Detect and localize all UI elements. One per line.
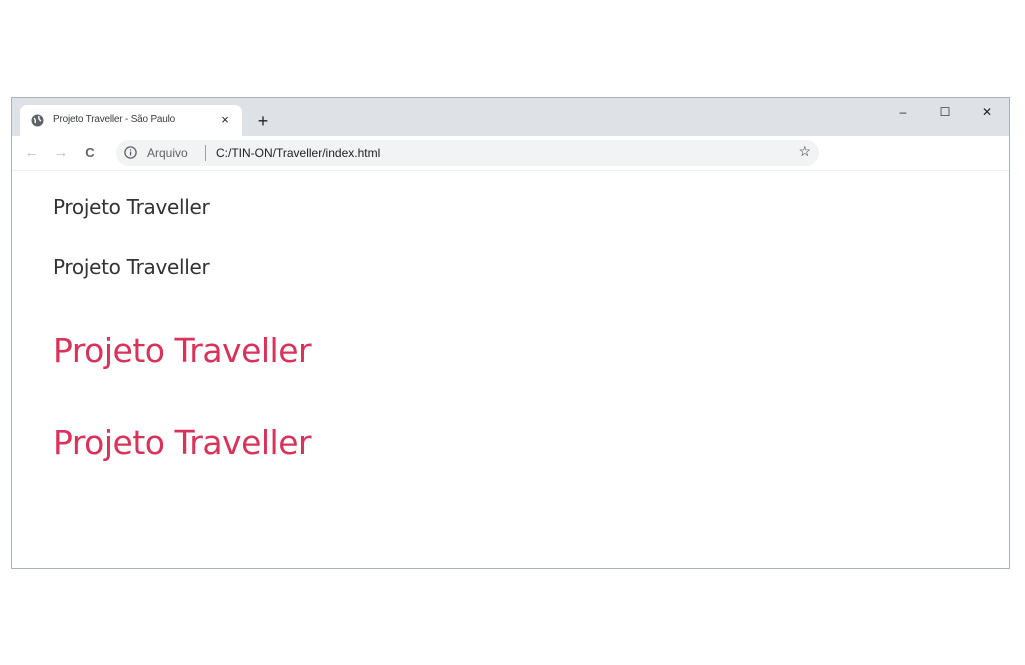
heading-3: Projeto Traveller xyxy=(53,331,312,370)
address-bar[interactable]: Arquivo C:/TIN-ON/Traveller/index.html ☆ xyxy=(116,140,819,166)
security-label: Arquivo xyxy=(147,146,188,160)
reload-button[interactable]: C xyxy=(79,142,101,164)
bookmark-star-icon[interactable]: ☆ xyxy=(798,143,811,160)
tab-strip: Projeto Traveller - São Paulo × + – ☐ ✕ xyxy=(12,98,1009,136)
browser-toolbar: ← → C Arquivo C:/TIN-ON/Traveller/index.… xyxy=(12,136,1009,171)
tab-close-icon[interactable]: × xyxy=(216,111,234,129)
page-content: Projeto Traveller Projeto Traveller Proj… xyxy=(12,171,1009,568)
globe-icon xyxy=(31,114,44,127)
new-tab-button[interactable]: + xyxy=(252,110,274,132)
heading-2: Projeto Traveller xyxy=(53,255,210,279)
heading-4: Projeto Traveller xyxy=(53,423,312,462)
tab-title: Projeto Traveller - São Paulo xyxy=(53,114,176,125)
minimize-button[interactable]: – xyxy=(881,100,925,124)
tab-projeto-traveller[interactable]: Projeto Traveller - São Paulo × xyxy=(20,105,242,136)
heading-1: Projeto Traveller xyxy=(53,195,210,219)
info-icon[interactable] xyxy=(124,146,137,159)
browser-window: Projeto Traveller - São Paulo × + – ☐ ✕ … xyxy=(11,97,1010,569)
close-window-button[interactable]: ✕ xyxy=(965,100,1009,124)
maximize-button[interactable]: ☐ xyxy=(923,100,967,124)
forward-button[interactable]: → xyxy=(50,142,72,164)
url-text[interactable]: C:/TIN-ON/Traveller/index.html xyxy=(216,146,380,160)
back-button[interactable]: ← xyxy=(21,142,43,164)
address-separator xyxy=(205,145,206,161)
